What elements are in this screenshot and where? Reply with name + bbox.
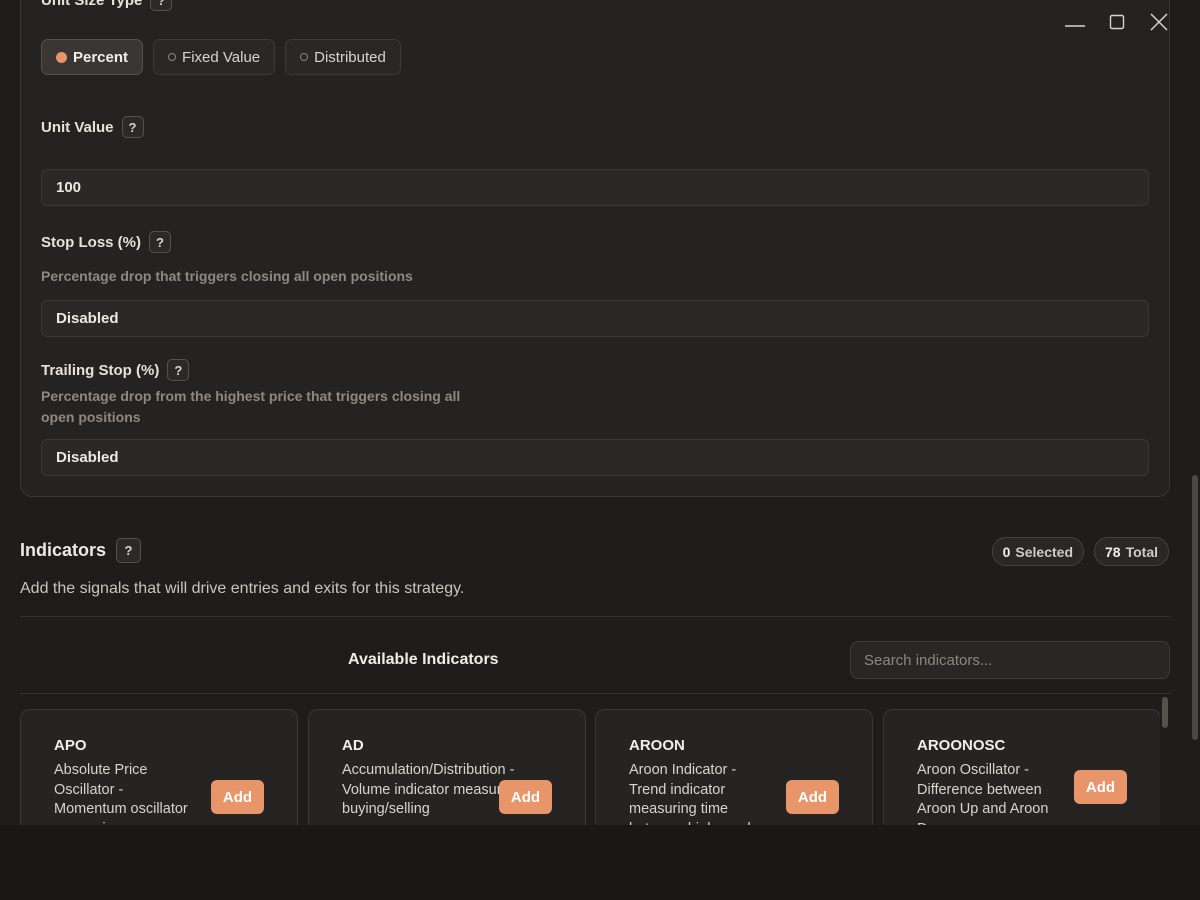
indicators-help-button[interactable]: ? [116,538,142,563]
indicator-card: AROON Aroon Indicator - Trend indicator … [595,709,873,825]
stop-loss-text: Stop Loss (%) [41,233,141,251]
selected-label: Selected [1015,543,1074,560]
maximize-icon [1109,14,1125,30]
unit-value-text: Unit Value [41,118,114,136]
radio-distributed-label: Distributed [314,48,386,66]
unit-value-input[interactable]: 100 [41,169,1149,206]
unit-size-type-label: Unit Size Type ? [41,0,173,11]
add-indicator-button[interactable]: Add [1074,770,1127,804]
trailing-stop-hint-line1: Percentage drop from the highest price t… [41,388,461,404]
indicator-description: Aroon Indicator - Trend indicator measur… [629,762,751,825]
indicator-description: Accumulation/Distribution - Volume indic… [342,762,521,818]
indicator-name: AROON [629,737,685,754]
indicator-card: AD Accumulation/Distribution - Volume in… [308,709,586,825]
trailing-stop-text: Trailing Stop (%) [41,361,160,379]
unit-size-type-options: Percent Fixed Value Distributed [41,39,401,75]
close-button[interactable] [1138,8,1180,36]
radio-fixed-value[interactable]: Fixed Value [153,39,276,75]
trailing-stop-hint: Percentage drop from the highest price t… [41,386,460,428]
radio-distributed[interactable]: Distributed [285,39,401,75]
indicator-name: AD [342,737,364,754]
stop-loss-hint: Percentage drop that triggers closing al… [41,268,413,284]
available-indicators-title: Available Indicators [348,651,499,668]
unit-value-help-button[interactable]: ? [121,116,144,138]
radio-percent[interactable]: Percent [41,39,144,75]
indicator-name: AROONOSC [917,737,1006,754]
indicator-description: Absolute Price Oscillator - Momentum osc… [54,762,188,825]
unit-size-type-text: Unit Size Type [41,0,143,9]
selected-count-badge: 0 Selected [991,537,1085,566]
add-indicator-button[interactable]: Add [499,780,552,814]
radio-empty-dot-icon [168,53,177,61]
bottom-empty-area [0,825,1200,900]
selected-count: 0 [1002,543,1011,560]
indicator-grid-scrollbar[interactable] [1162,697,1168,728]
minimize-button[interactable] [1054,8,1096,36]
trailing-stop-label: Trailing Stop (%) ? [41,359,190,381]
maximize-button[interactable] [1096,8,1138,36]
radio-selected-dot-icon [56,51,67,63]
radio-percent-label: Percent [73,48,129,66]
indicators-heading: Indicators ? [20,538,142,563]
trailing-stop-hint-line2: open positions [41,409,141,425]
add-indicator-button[interactable]: Add [211,780,264,814]
trailing-stop-help-button[interactable]: ? [167,359,190,381]
page-scrollbar[interactable] [1192,475,1198,740]
window-controls [1054,8,1180,36]
minimize-icon [1065,25,1085,27]
trailing-stop-input[interactable]: Disabled [41,439,1149,476]
indicator-count-badges: 0 Selected 78 Total [991,537,1169,566]
total-label: Total [1125,543,1158,560]
indicators-title: Indicators [20,540,107,560]
divider [20,693,1170,694]
app-window: Unit Size Type ? Percent Fixed Value Dis… [0,0,1200,825]
unit-size-type-help-button[interactable]: ? [150,0,173,11]
stop-loss-label: Stop Loss (%) ? [41,231,171,253]
position-settings-card: Unit Size Type ? Percent Fixed Value Dis… [20,0,1170,497]
indicators-description: Add the signals that will drive entries … [20,580,465,597]
indicator-name: APO [54,737,87,754]
total-count: 78 [1105,543,1121,560]
close-icon [1150,13,1168,31]
radio-fixed-value-label: Fixed Value [182,48,261,66]
stop-loss-help-button[interactable]: ? [149,231,171,253]
radio-empty-dot-icon [300,53,309,61]
stop-loss-input[interactable]: Disabled [41,300,1149,337]
total-count-badge: 78 Total [1094,537,1169,566]
add-indicator-button[interactable]: Add [786,780,839,814]
indicator-grid: APO Absolute Price Oscillator - Momentum… [20,709,1160,825]
divider [20,616,1170,617]
indicator-card: AROONOSC Aroon Oscillator - Difference b… [883,709,1160,825]
unit-value-label: Unit Value ? [41,116,144,138]
search-indicators-input[interactable]: Search indicators... [850,641,1170,679]
indicator-card: APO Absolute Price Oscillator - Momentum… [20,709,298,825]
indicator-description: Aroon Oscillator - Difference between Ar… [917,762,1049,825]
